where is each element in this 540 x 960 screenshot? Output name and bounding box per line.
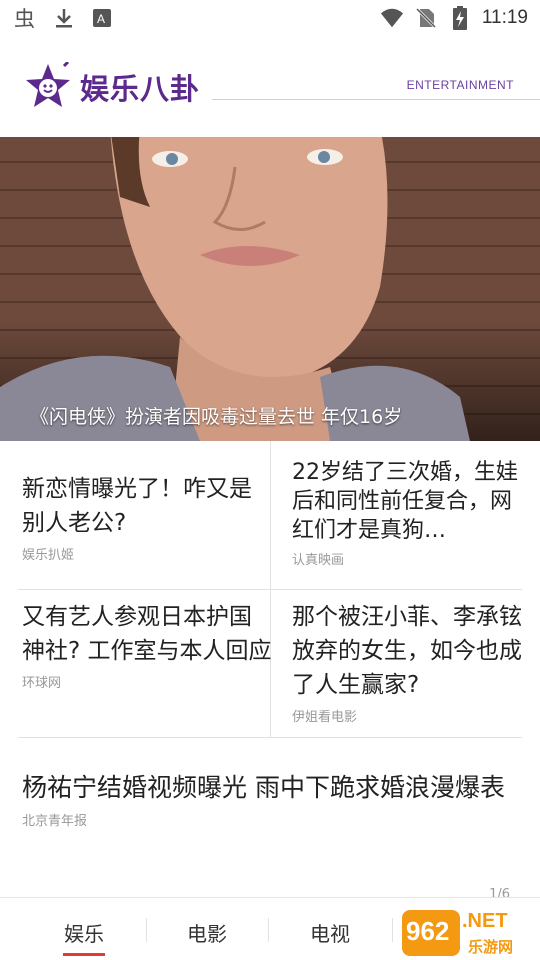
app-subtitle: ENTERTAINMENT — [406, 78, 514, 92]
watermark-site: 乐游网 — [468, 938, 514, 956]
news-source: 认真映画 — [292, 553, 345, 568]
news-item[interactable]: 新恋情曝光了！咋又是别人老公? 娱乐扒姬 — [22, 472, 274, 620]
news-source: 娱乐扒姬 — [22, 548, 75, 563]
news-item[interactable]: 那个被汪小菲、李承铉放弃的女生，如今也成了人生赢家? 伊姐看电影 — [292, 600, 524, 748]
news-title: 那个被汪小菲、李承铉放弃的女生，如今也成了人生赢家? — [292, 604, 522, 698]
tab-label: 电影 — [187, 922, 227, 946]
watermark-net: .NET — [462, 910, 508, 932]
battery-charging-icon — [448, 6, 472, 30]
wifi-icon — [380, 6, 404, 30]
app-header: 娱乐八卦 ENTERTAINMENT — [0, 36, 540, 136]
tab-label: 电视 — [310, 922, 350, 946]
tab-entertainment[interactable]: 娱乐 — [34, 918, 134, 956]
news-source: 环球网 — [22, 676, 62, 691]
news-item[interactable]: 又有艺人参观日本护国神社? 工作室与本人回应 环球网 — [22, 600, 274, 748]
news-source: 伊姐看电影 — [292, 710, 358, 725]
status-right: 11:19 — [380, 6, 528, 30]
watermark-number: 962 — [406, 916, 450, 946]
download-icon — [52, 6, 76, 30]
tab-divider — [268, 918, 269, 942]
status-left: 虫 A — [14, 6, 114, 30]
featured-news-item[interactable]: 杨祐宁结婚视频曝光 雨中下跪求婚浪漫爆表 北京青年报 — [22, 770, 522, 829]
tab-tv[interactable]: 电视 — [280, 918, 380, 947]
star-face-logo — [24, 60, 72, 110]
hero-photo — [0, 137, 470, 441]
news-title: 又有艺人参观日本护国神社? 工作室与本人回应 — [22, 604, 272, 664]
hero-banner[interactable]: 《闪电侠》扮演者因吸毒过量去世 年仅16岁 — [0, 137, 540, 441]
tab-label: 娱乐 — [64, 922, 104, 946]
news-item[interactable]: 22岁结了三次婚，生娃后和同性前任复合，网红们才是真狗… 认真映画 — [292, 458, 524, 606]
no-sim-icon — [414, 6, 438, 30]
status-bar: 虫 A 11:19 — [0, 0, 540, 36]
svg-text:A: A — [97, 12, 105, 26]
svg-text:虫: 虫 — [14, 7, 35, 30]
news-title: 新恋情曝光了！咋又是别人老公? — [22, 476, 252, 536]
header-divider — [212, 99, 540, 100]
app-brand-title: 娱乐八卦 — [80, 72, 201, 106]
featured-news-title: 杨祐宁结婚视频曝光 雨中下跪求婚浪漫爆表 — [22, 773, 505, 802]
keyboard-icon: A — [90, 6, 114, 30]
site-watermark: 962 .NET 乐游网 — [402, 906, 534, 960]
status-time: 11:19 — [481, 7, 528, 28]
featured-news-source: 北京青年报 — [22, 814, 88, 829]
bug-icon: 虫 — [14, 6, 38, 30]
tab-divider — [392, 918, 393, 942]
tab-movies[interactable]: 电影 — [157, 918, 257, 947]
news-title: 22岁结了三次婚，生娃后和同性前任复合，网红们才是真狗… — [292, 460, 518, 543]
hero-caption: 《闪电侠》扮演者因吸毒过量去世 年仅16岁 — [30, 406, 403, 428]
tab-divider — [146, 918, 147, 942]
